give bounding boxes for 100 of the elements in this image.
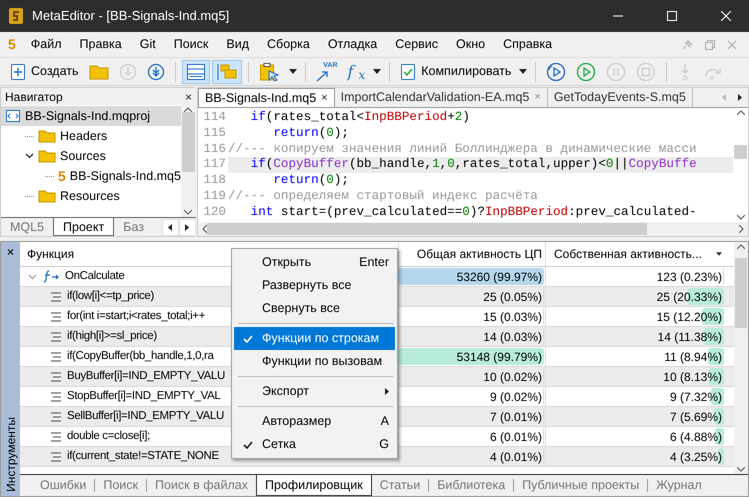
tab[interactable]: Поиск [95,475,146,496]
scroll-right-icon [185,224,190,230]
menu-item[interactable]: Сборка [258,35,319,54]
tree-item[interactable]: 5 BB-Signals-Ind.mq5 [1,166,181,186]
menu-item[interactable]: Поиск [164,35,218,54]
scrollbar[interactable] [733,108,748,222]
menu-item[interactable]: Свернуть все [234,297,395,320]
close-icon[interactable] [727,40,737,50]
play-icon [576,62,596,82]
window-title: MetaEditor - [BB-Signals-Ind.mq5] [32,7,230,26]
line-number: 118 [202,173,227,189]
menu-item[interactable]: Функции по строкам [234,327,395,350]
code-line: //--- определяем стартовый индекс расчёта [228,188,539,205]
menu-item[interactable]: Авторазмер A [234,410,395,433]
value-cell: 11 (8.94%) [545,347,725,366]
scrollbar[interactable] [734,242,748,474]
scroll-down-icon [184,210,192,215]
menu-item[interactable]: Развернуть все [234,274,395,297]
tab[interactable]: Ошибки [32,475,94,496]
toolbar-button[interactable]: Создать [6,60,83,84]
value-cell: 4 (3.25%) [545,447,725,466]
submenu-arrow-icon [385,388,389,395]
tab[interactable]: Библиотека [429,475,514,496]
menu-item[interactable]: Открыть Enter [234,251,395,274]
lines-icon [50,350,62,362]
panel-title: Инструменты [2,417,18,492]
tab[interactable]: MQL5 [1,218,54,236]
restore-icon[interactable] [705,40,715,50]
toolbar-icon-button[interactable]: f$_{x}$ [344,60,370,84]
new-document-icon [10,62,26,80]
editor-tab[interactable]: ImportCalendarValidation-EA.mq5 × [334,88,548,107]
menu-item[interactable]: Сетка G [234,433,395,456]
menu-item[interactable]: Отладка [318,35,386,54]
value-cell: 6 (4.88%) [545,427,725,446]
folder-icon [38,149,56,163]
scrollbar[interactable] [198,222,748,236]
menu-item[interactable]: Правка [70,35,131,54]
close-button[interactable]: × [6,246,14,258]
close-button[interactable]: × [184,90,192,102]
app-logo: 5 [8,35,16,54]
scroll-up-icon [736,110,744,115]
caret-icon [519,69,528,74]
tab[interactable]: Статьи [372,475,428,496]
debug-play-icon [546,62,566,82]
scrollbar[interactable] [180,105,196,217]
tab[interactable]: Профилировщик [256,475,372,496]
scroll-button[interactable] [178,218,196,236]
scroll-right-icon[interactable] [738,94,742,101]
menu-item[interactable]: Сервис [386,35,448,54]
caret-icon [288,69,297,74]
tab[interactable]: Баз [114,218,153,236]
line-number: 120 [202,204,227,221]
scroll-left-icon [202,225,207,233]
menu-item[interactable]: Справка [494,35,562,54]
tab[interactable]: Проект [53,218,114,236]
tree-item[interactable]: Resources [1,186,181,206]
value-cell: 123 (0.23%) [545,267,725,286]
tab[interactable]: Журнал [648,475,710,496]
chevron-down-icon [25,153,34,159]
value-cell: 10 (8.13%) [545,367,725,386]
project-icon [5,109,21,123]
toolbar-button[interactable]: Компилировать [396,60,516,84]
line-number: 117 [202,157,227,174]
scrollbar-thumb[interactable] [207,223,647,235]
tree-item[interactable]: BB-Signals-Ind.mqproj [1,106,181,126]
sort-icon [716,252,722,256]
pin-icon[interactable] [681,38,693,50]
scroll-right-icon [739,225,744,233]
app-logo-icon [8,7,24,25]
editor-tab[interactable]: BB-Signals-Ind.mq5 × [198,88,335,107]
scrollbar-thumb[interactable] [734,145,747,159]
menu-item[interactable]: Git [130,35,165,54]
menu-item[interactable]: Окно [447,35,494,54]
line-number: 114 [202,110,227,126]
lines-icon [50,450,62,462]
scrollbar-thumb[interactable] [735,258,747,328]
menu-item[interactable]: Файл [22,35,71,54]
code-line: return(0); [272,173,350,189]
tab[interactable]: Публичные проекты [514,475,648,496]
lines-icon [50,290,62,302]
tree-item[interactable]: Headers [1,126,181,146]
toolbar-icon-button[interactable] [182,60,210,84]
maximize-icon [667,11,677,21]
scroll-button[interactable] [162,218,179,236]
editor-tab[interactable]: GetTodayEvents-S.mq5 [548,88,693,107]
menu-item[interactable]: Вид [217,35,258,54]
value-cell: 53260 (99.97%) [398,267,545,286]
scroll-left-icon[interactable] [722,94,726,101]
lines-icon [50,370,62,382]
tab[interactable]: Поиск в файлах [147,475,256,496]
tree-item[interactable]: Sources [1,146,181,166]
toolbar-icon-button[interactable] [212,60,242,84]
pause-icon [606,62,626,82]
code-line: //--- копируем значения линий Боллинджера в динамические масси [228,142,698,158]
close-icon[interactable]: × [321,90,328,106]
scrollbar-thumb[interactable] [182,112,195,172]
column-header[interactable]: Собственная активность... [545,242,725,266]
code-line: int start=(prev_calculated==0)?InpBBPeriod:prev_calculated- [250,204,698,221]
lines-icon [50,330,62,342]
line-number: 116 [202,142,227,158]
